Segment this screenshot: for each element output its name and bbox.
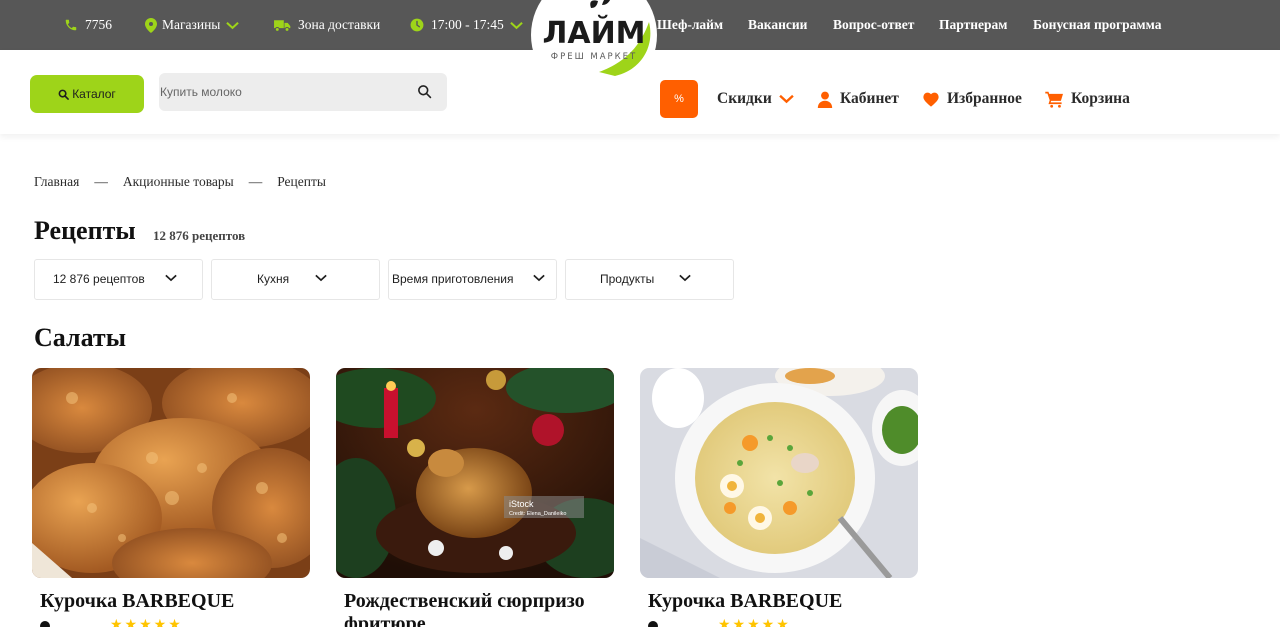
- breadcrumb-separator: —: [94, 174, 108, 189]
- chevron-down-icon: [226, 21, 240, 30]
- phone-number: 7756: [85, 17, 112, 32]
- chevron-down-icon: [509, 21, 523, 30]
- breadcrumb-separator: —: [248, 174, 263, 189]
- recipe-title[interactable]: Курочка BARBEQUE: [40, 590, 310, 613]
- time-slot-label: 17:00 - 17:45: [431, 17, 504, 32]
- section-title: Салаты: [34, 323, 126, 352]
- location-pin-icon: [145, 17, 157, 33]
- delivery-zone-label: Зона доставки: [298, 17, 381, 32]
- chevron-down-icon: [679, 274, 691, 282]
- topbar-link-vacancies[interactable]: Вакансии: [748, 0, 807, 50]
- filter-label: Продукты: [600, 272, 655, 286]
- search-icon[interactable]: [417, 84, 432, 99]
- phone-icon: [64, 18, 78, 32]
- recipe-card[interactable]: Курочка BARBEQUE ★★★★★: [640, 368, 918, 627]
- watermark-credit: Credit: Elena_Danileiko: [509, 511, 566, 517]
- stores-dropdown[interactable]: Магазины: [145, 0, 240, 50]
- delivery-zone-link[interactable]: Зона доставки: [274, 0, 380, 50]
- author-avatar: [40, 620, 50, 627]
- percent-button[interactable]: %: [660, 80, 698, 118]
- chevron-down-icon: [533, 274, 545, 282]
- chevron-down-icon: [165, 274, 177, 282]
- stores-label: Магазины: [162, 17, 221, 32]
- time-slot-dropdown[interactable]: 17:00 - 17:45: [410, 0, 523, 50]
- heart-icon: [922, 91, 940, 107]
- recipe-image-fried-chicken[interactable]: [32, 368, 310, 578]
- cabinet-label: Кабинет: [840, 90, 899, 107]
- topbar-link-partners[interactable]: Партнерам: [939, 0, 1007, 50]
- topbar-link-chef-lime[interactable]: Шеф-лайм: [657, 0, 723, 50]
- cabinet-link[interactable]: Кабинет: [817, 80, 899, 118]
- catalog-button[interactable]: Каталог: [30, 75, 144, 113]
- filter-products[interactable]: Продукты: [565, 259, 734, 300]
- filter-label: 12 876 рецептов: [53, 272, 145, 286]
- phone-link[interactable]: 7756: [64, 0, 112, 50]
- cart-label: Корзина: [1071, 90, 1130, 107]
- favorites-link[interactable]: Избранное: [922, 80, 1022, 118]
- breadcrumb: Главная — Акционные товары — Рецепты: [34, 174, 326, 190]
- filter-cuisine[interactable]: Кухня: [211, 259, 380, 300]
- filter-recipes[interactable]: 12 876 рецептов: [34, 259, 203, 300]
- cart-icon: [1045, 91, 1064, 108]
- search-box: [159, 73, 447, 111]
- recipe-title[interactable]: Рождественский сюрпризо фритюре: [344, 590, 614, 627]
- rating-stars: ★★★★★: [110, 618, 183, 627]
- recipe-meta: ★★★★★: [648, 617, 791, 627]
- filter-label: Кухня: [257, 272, 290, 286]
- watermark-text: iStock: [509, 499, 534, 509]
- user-icon: [817, 91, 833, 108]
- author-avatar: [648, 620, 658, 627]
- page-title: Рецепты: [34, 216, 136, 245]
- cart-link[interactable]: Корзина: [1045, 80, 1130, 118]
- topbar-link-faq[interactable]: Вопрос-ответ: [833, 0, 914, 50]
- chevron-down-icon: [779, 94, 794, 104]
- favorites-label: Избранное: [947, 90, 1022, 107]
- recipe-image-roast-chicken[interactable]: iStock Credit: Elena_Danileiko: [336, 368, 614, 578]
- chevron-down-icon: [315, 274, 327, 282]
- search-input[interactable]: [159, 73, 409, 111]
- logo-title: ЛАЙМ: [542, 16, 646, 51]
- recipe-card[interactable]: Курочка BARBEQUE ★★★★★: [32, 368, 310, 627]
- discounts-dropdown[interactable]: Скидки: [717, 80, 794, 118]
- recipe-image-noodle-soup[interactable]: [640, 368, 918, 578]
- truck-icon: [274, 19, 291, 32]
- filter-cooking-time[interactable]: Время приготовления: [388, 259, 557, 300]
- recipe-meta: ★★★★★: [40, 617, 183, 627]
- recipe-card[interactable]: iStock Credit: Elena_Danileiko Рождестве…: [336, 368, 614, 627]
- recipe-count: 12 876 рецептов: [153, 228, 246, 243]
- breadcrumb-item-promo[interactable]: Акционные товары: [123, 174, 234, 190]
- search-icon: [58, 89, 70, 100]
- logo[interactable]: ЛАЙМ ФРЕШ МАРКЕТ: [531, 0, 657, 98]
- catalog-label: Каталог: [72, 87, 116, 101]
- discounts-label: Скидки: [717, 90, 772, 107]
- breadcrumb-item-home[interactable]: Главная: [34, 174, 79, 190]
- breadcrumb-item-recipes: Рецепты: [277, 174, 326, 189]
- rating-stars: ★★★★★: [718, 618, 791, 627]
- recipe-title[interactable]: Курочка BARBEQUE: [648, 590, 918, 613]
- logo-subtitle: ФРЕШ МАРКЕТ: [550, 52, 638, 62]
- clock-icon: [410, 18, 424, 32]
- topbar-link-bonus-program[interactable]: Бонусная программа: [1033, 0, 1161, 50]
- filter-label: Время приготовления: [392, 272, 514, 286]
